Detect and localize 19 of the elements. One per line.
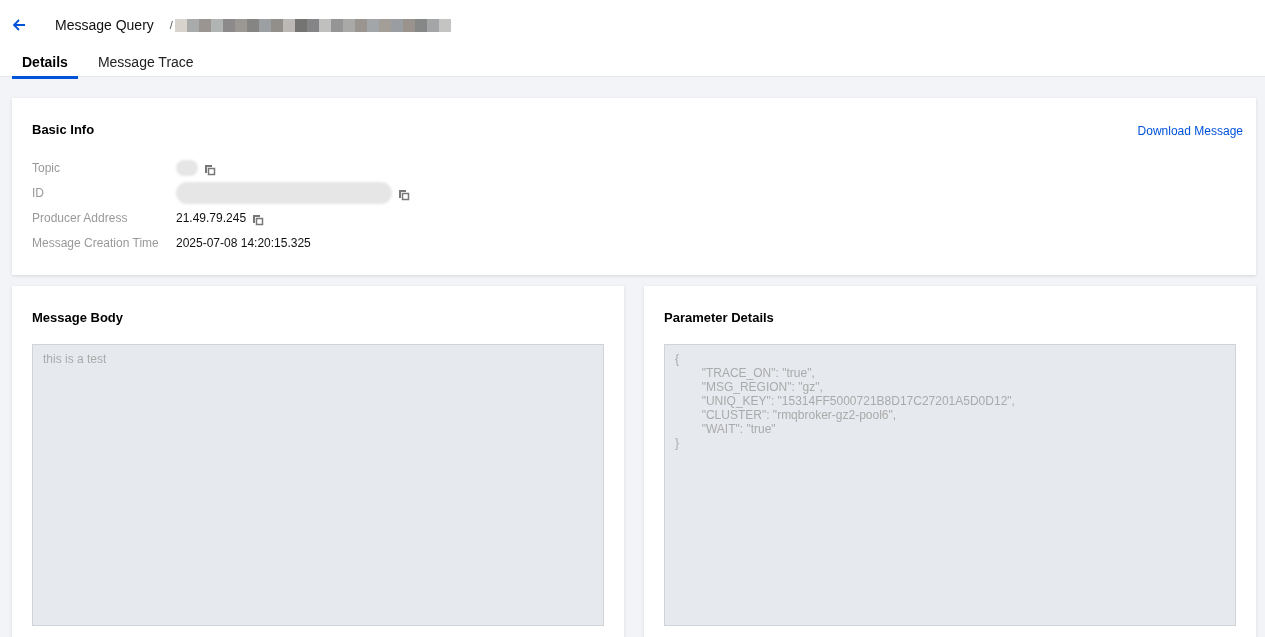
- tab[interactable]: Message Trace: [87, 50, 204, 79]
- field-label: Topic: [32, 161, 61, 175]
- field-label: Message Creation Time: [32, 236, 160, 250]
- breadcrumb-separator: /: [169, 19, 173, 31]
- field-value: 2025-07-08 14:20:15.325: [176, 236, 311, 250]
- copy-icon[interactable]: [252, 213, 265, 226]
- field-value: 21.49.79.245: [176, 211, 247, 225]
- copy-icon[interactable]: [398, 188, 410, 201]
- card-title: Parameter Details: [664, 310, 775, 325]
- tab[interactable]: Details: [12, 50, 78, 79]
- card-title: Message Body: [32, 310, 125, 325]
- blurred-value: [176, 160, 198, 176]
- page-title: Message Query: [55, 17, 154, 33]
- card-title: Basic Info: [32, 121, 95, 137]
- field-label: Producer Address: [32, 211, 129, 225]
- download-message-link[interactable]: Download Message: [1137, 124, 1243, 138]
- copy-icon[interactable]: [204, 163, 216, 176]
- back-arrow-icon[interactable]: [11, 17, 27, 33]
- field-label: ID: [32, 186, 45, 200]
